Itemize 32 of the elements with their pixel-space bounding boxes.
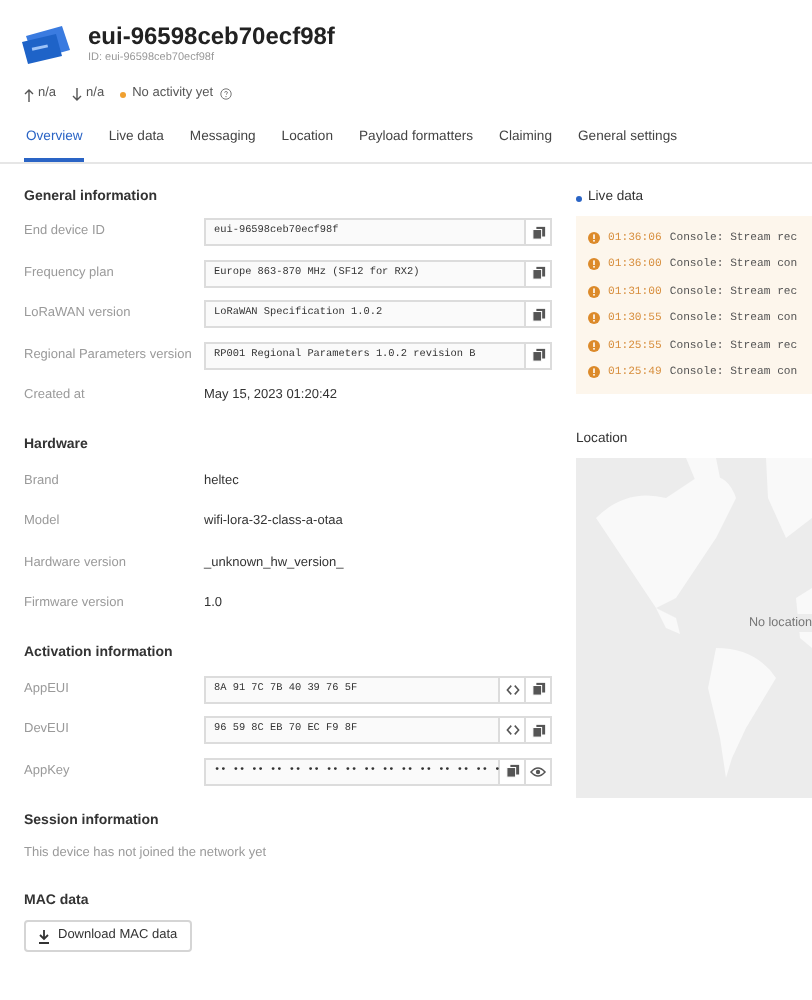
downlink-icon [72, 87, 83, 101]
show-button[interactable] [526, 757, 552, 786]
copy-icon [531, 723, 545, 738]
code-icon [505, 724, 519, 737]
copy-button[interactable] [526, 300, 552, 329]
copy-icon [531, 307, 545, 322]
copy-icon [531, 266, 545, 281]
format-button[interactable] [500, 716, 526, 745]
copy-icon [531, 348, 545, 363]
copy-button[interactable] [526, 341, 552, 370]
warning-icon [588, 231, 600, 244]
device-icon [22, 24, 72, 64]
device-title: eui-96598ceb70ecf98f [88, 22, 335, 50]
warning-icon [588, 339, 600, 352]
copy-button[interactable] [500, 757, 526, 786]
warning-icon [588, 312, 600, 325]
warning-icon [588, 285, 600, 298]
code-icon [505, 683, 519, 696]
copy-button[interactable] [526, 218, 552, 247]
copy-icon [505, 764, 519, 779]
eye-icon [530, 765, 546, 778]
help-icon [219, 88, 232, 100]
copy-icon [531, 682, 545, 697]
warning-icon [588, 258, 600, 271]
warning-icon [588, 366, 600, 379]
copy-button[interactable] [526, 716, 552, 745]
format-button[interactable] [500, 675, 526, 704]
copy-button[interactable] [526, 675, 552, 704]
download-icon [38, 929, 50, 943]
uplink-icon [24, 87, 34, 101]
copy-icon [531, 225, 545, 240]
copy-button[interactable] [526, 259, 552, 288]
